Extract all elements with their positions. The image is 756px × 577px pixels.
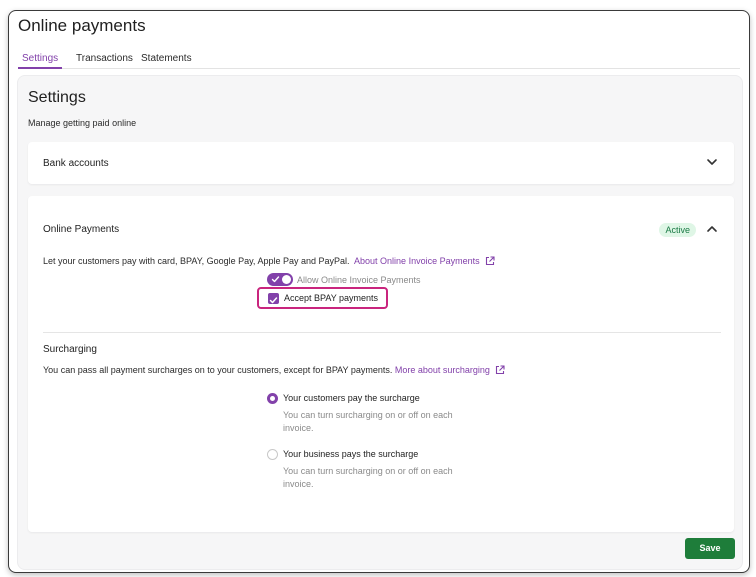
business-pays-help: You can turn surcharging on or off on ea…: [283, 466, 453, 489]
chevron-down-icon[interactable]: [705, 155, 719, 169]
online-payments-card: Online Payments Active Let your customer…: [28, 196, 734, 532]
checkmark-icon: [271, 276, 280, 283]
customers-pay-label: Your customers pay the surcharge: [283, 393, 420, 403]
accept-bpay-option[interactable]: Accept BPAY payments: [257, 287, 388, 309]
external-link-icon[interactable]: [485, 256, 495, 266]
settings-title: Settings: [28, 89, 86, 106]
tab-bar: Settings Transactions Statements: [18, 51, 740, 69]
settings-panel: Settings Manage getting paid online Bank…: [17, 75, 743, 570]
allow-online-payments-label: Allow Online Invoice Payments: [297, 275, 421, 285]
allow-online-payments-toggle[interactable]: [267, 273, 293, 286]
bank-accounts-title: Bank accounts: [43, 158, 109, 169]
status-badge: Active: [659, 223, 696, 237]
page-title: Online payments: [18, 16, 146, 35]
business-pays-radio[interactable]: [267, 449, 278, 460]
settings-subtitle: Manage getting paid online: [28, 118, 137, 128]
chevron-up-icon[interactable]: [705, 222, 719, 236]
customers-pay-radio[interactable]: [267, 393, 278, 404]
tab-statements[interactable]: Statements: [137, 52, 196, 69]
more-about-surcharging-link[interactable]: More about surcharging: [395, 365, 490, 375]
checkmark-icon: [269, 297, 278, 304]
customers-pay-help: You can turn surcharging on or off on ea…: [283, 410, 453, 433]
tab-settings[interactable]: Settings: [18, 52, 63, 69]
surcharging-title: Surcharging: [43, 344, 97, 355]
section-divider: [43, 332, 721, 333]
online-payments-description: Let your customers pay with card, BPAY, …: [43, 256, 495, 266]
accept-bpay-label: Accept BPAY payments: [284, 293, 379, 303]
accept-bpay-checkbox[interactable]: [268, 293, 279, 304]
about-online-payments-link[interactable]: About Online Invoice Payments: [354, 256, 480, 266]
save-button[interactable]: Save: [685, 538, 735, 559]
business-pays-label: Your business pays the surcharge: [283, 449, 419, 459]
surcharging-description-text: You can pass all payment surcharges on t…: [43, 365, 393, 375]
online-payments-title: Online Payments: [43, 224, 120, 235]
toggle-knob: [282, 275, 291, 284]
app-window: Online payments Settings Transactions St…: [8, 10, 750, 573]
surcharging-description: You can pass all payment surcharges on t…: [43, 365, 506, 375]
external-link-icon[interactable]: [495, 365, 506, 375]
bank-accounts-card[interactable]: Bank accounts: [28, 142, 734, 184]
tab-transactions[interactable]: Transactions: [72, 52, 137, 69]
online-payments-description-text: Let your customers pay with card, BPAY, …: [43, 256, 350, 266]
